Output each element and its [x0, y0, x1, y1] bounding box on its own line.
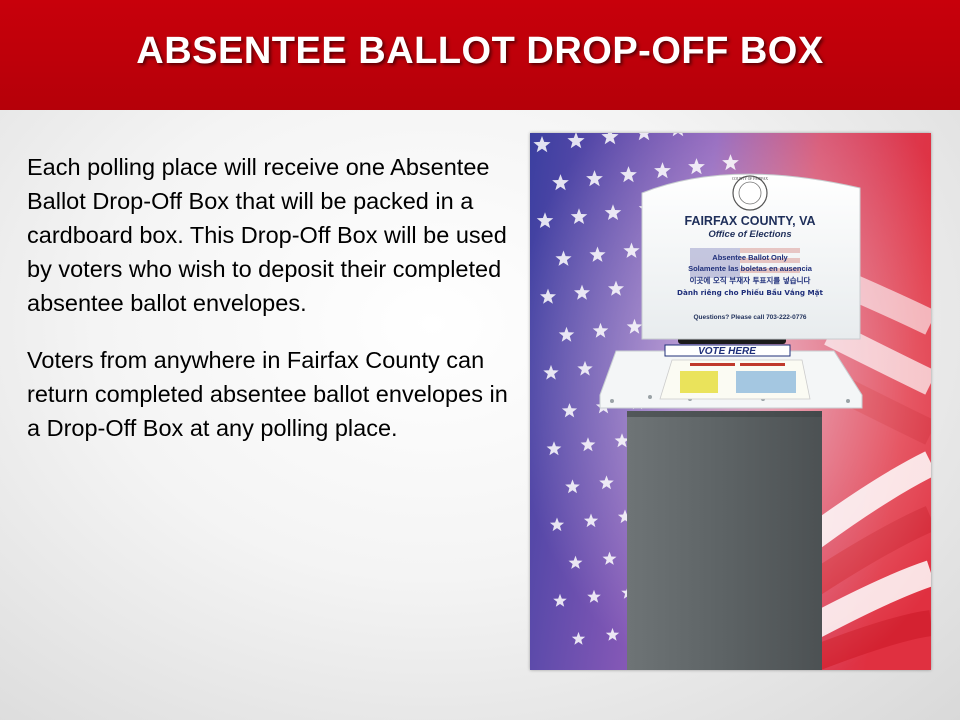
drop-off-box-illustration: VOTE HERE COUNTY OF FAIRFAX FAIRFAX COUN…: [530, 133, 931, 670]
drop-off-box-photo: VOTE HERE COUNTY OF FAIRFAX FAIRFAX COUN…: [530, 133, 931, 670]
vote-here-label: VOTE HERE: [698, 346, 756, 357]
sign-county: FAIRFAX COUNTY, VA: [684, 214, 815, 228]
sign-line-3: 이곳에 오직 부재자 투표지를 넣습니다: [690, 275, 811, 285]
sign-office: Office of Elections: [708, 229, 791, 240]
county-seal-icon: [732, 175, 768, 211]
sign-line-2: Solamente las boletas en ausencia: [688, 264, 813, 273]
title-banner: ABSENTEE BALLOT DROP-OFF BOX: [0, 0, 960, 110]
box-body: [627, 411, 822, 670]
slide-title: ABSENTEE BALLOT DROP-OFF BOX: [136, 30, 824, 72]
svg-text:COUNTY OF FAIRFAX: COUNTY OF FAIRFAX: [732, 177, 768, 181]
paragraph-2: Voters from anywhere in Fairfax County c…: [27, 347, 508, 442]
sign-questions: Questions? Please call 703-222-0776: [693, 314, 806, 321]
body-text: Each polling place will receive one Abse…: [27, 150, 517, 469]
sign-line-1: Absentee Ballot Only: [712, 253, 788, 262]
sign-line-4: Dành riêng cho Phiếu Bầu Vắng Mặt: [677, 288, 823, 297]
paragraph-1: Each polling place will receive one Abse…: [27, 154, 507, 317]
